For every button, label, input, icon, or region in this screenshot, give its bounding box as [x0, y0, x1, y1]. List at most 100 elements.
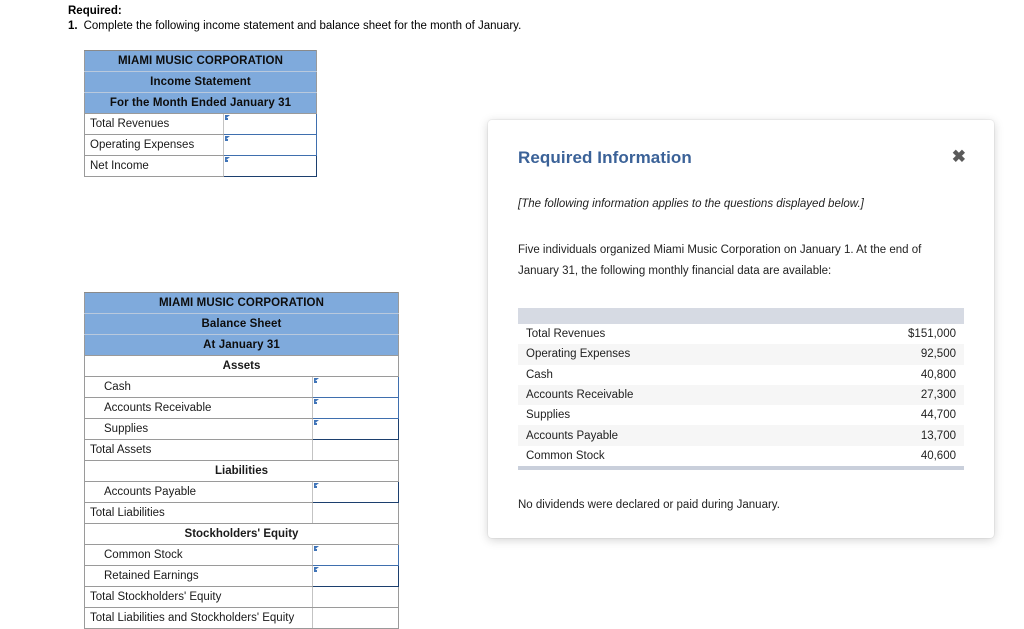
balance-sheet-date: At January 31	[84, 334, 399, 356]
input-cell-accounts-payable[interactable]	[312, 481, 399, 503]
income-statement-table: MIAMI MUSIC CORPORATION Income Statement…	[84, 50, 317, 177]
income-statement-period: For the Month Ended January 31	[84, 92, 317, 114]
input-cell-retained-earnings[interactable]	[312, 565, 399, 587]
total-assets-input[interactable]	[313, 440, 398, 460]
total-stockholders-equity-input[interactable]	[313, 587, 398, 607]
row-label-common-stock: Common Stock	[84, 544, 313, 566]
table-header-row	[518, 308, 964, 324]
table-row: Supplies	[84, 418, 399, 440]
table-row: Retained Earnings	[84, 565, 399, 587]
table-row: Accounts Receivable 27,300	[518, 384, 964, 406]
input-cell-common-stock[interactable]	[312, 544, 399, 566]
table-row: Income Statement	[84, 71, 317, 93]
data-label-cash: Cash	[518, 364, 819, 385]
data-label-accounts-payable: Accounts Payable	[518, 425, 819, 446]
modal-closing-note: No dividends were declared or paid durin…	[518, 499, 780, 512]
table-row: For the Month Ended January 31	[84, 92, 317, 114]
data-amount-common-stock: 40,600	[818, 445, 964, 467]
data-label-accounts-receivable: Accounts Receivable	[518, 384, 819, 406]
data-amount-supplies: 44,700	[818, 405, 964, 426]
table-row: Liabilities	[84, 460, 399, 482]
header-cell-amount	[818, 308, 964, 324]
row-label-cash: Cash	[84, 376, 313, 398]
row-label-operating-expenses: Operating Expenses	[84, 134, 224, 156]
data-label-common-stock: Common Stock	[518, 445, 819, 467]
balance-sheet-table: MIAMI MUSIC CORPORATION Balance Sheet At…	[84, 292, 399, 629]
total-liabilities-and-equity-input[interactable]	[313, 608, 398, 628]
modal-intro-paragraph: Five individuals organized Miami Music C…	[518, 244, 922, 277]
net-income-input[interactable]	[224, 156, 316, 176]
data-amount-accounts-payable: 13,700	[818, 425, 964, 446]
table-row: Supplies 44,700	[518, 405, 964, 426]
table-row: Operating Expenses	[84, 134, 317, 156]
modal-title: Required Information	[518, 148, 692, 167]
total-liabilities-input[interactable]	[313, 503, 398, 523]
table-row: Accounts Payable	[84, 481, 399, 503]
table-row: Total Revenues	[84, 113, 317, 135]
table-row: Assets	[84, 355, 399, 377]
section-header-assets: Assets	[84, 355, 399, 377]
financial-data-table: Total Revenues $151,000 Operating Expens…	[518, 308, 964, 471]
table-row: Cash 40,800	[518, 364, 964, 385]
table-row: Net Income	[84, 155, 317, 177]
footer-divider	[518, 466, 964, 471]
modal-body: [The following information applies to th…	[488, 196, 994, 513]
table-row: Operating Expenses 92,500	[518, 344, 964, 365]
retained-earnings-input[interactable]	[313, 566, 398, 586]
row-label-total-liabilities: Total Liabilities	[84, 502, 313, 524]
required-heading: Required:	[68, 5, 122, 17]
output-cell-total-assets[interactable]	[312, 439, 399, 461]
data-label-total-revenues: Total Revenues	[518, 324, 819, 345]
row-label-supplies: Supplies	[84, 418, 313, 440]
accounts-receivable-input[interactable]	[313, 398, 398, 418]
balance-sheet-statement-name: Balance Sheet	[84, 313, 399, 335]
data-label-operating-expenses: Operating Expenses	[518, 344, 819, 365]
section-header-stockholders-equity: Stockholders' Equity	[84, 523, 399, 545]
operating-expenses-input[interactable]	[224, 135, 316, 155]
table-row: Common Stock 40,600	[518, 445, 964, 467]
modal-header: Required Information ✖	[488, 120, 994, 168]
input-cell-cash[interactable]	[312, 376, 399, 398]
income-statement-statement-name: Income Statement	[84, 71, 317, 93]
header-cell-label	[518, 308, 819, 324]
output-cell-total-stockholders-equity[interactable]	[312, 586, 399, 608]
input-cell-net-income[interactable]	[223, 155, 317, 177]
cash-input[interactable]	[313, 377, 398, 397]
input-cell-supplies[interactable]	[312, 418, 399, 440]
total-revenues-input[interactable]	[224, 114, 316, 134]
table-row: MIAMI MUSIC CORPORATION	[84, 292, 399, 314]
table-row: Total Revenues $151,000	[518, 324, 964, 345]
table-row: At January 31	[84, 334, 399, 356]
modal-italic-note: [The following information applies to th…	[518, 198, 864, 210]
row-label-total-revenues: Total Revenues	[84, 113, 224, 135]
table-row: Accounts Receivable	[84, 397, 399, 419]
table-row: Common Stock	[84, 544, 399, 566]
row-label-total-assets: Total Assets	[84, 439, 313, 461]
balance-sheet-company: MIAMI MUSIC CORPORATION	[84, 292, 399, 314]
required-item-number: 1.	[68, 20, 78, 32]
input-cell-accounts-receivable[interactable]	[312, 397, 399, 419]
output-cell-total-liabilities[interactable]	[312, 502, 399, 524]
row-label-total-stockholders-equity: Total Stockholders' Equity	[84, 586, 313, 608]
table-row: Cash	[84, 376, 399, 398]
required-item-text: Complete the following income statement …	[83, 20, 522, 32]
financial-data-table-foot	[518, 466, 964, 471]
input-cell-total-revenues[interactable]	[223, 113, 317, 135]
section-header-liabilities: Liabilities	[84, 460, 399, 482]
table-footer-row	[518, 466, 964, 471]
supplies-input[interactable]	[313, 419, 398, 439]
required-item: 1. Complete the following income stateme…	[68, 19, 668, 34]
accounts-payable-input[interactable]	[313, 482, 398, 502]
row-label-accounts-payable: Accounts Payable	[84, 481, 313, 503]
row-label-net-income: Net Income	[84, 155, 224, 177]
input-cell-operating-expenses[interactable]	[223, 134, 317, 156]
common-stock-input[interactable]	[313, 545, 398, 565]
financial-data-table-body: Total Revenues $151,000 Operating Expens…	[518, 324, 964, 467]
close-icon[interactable]: ✖	[952, 148, 966, 166]
data-amount-operating-expenses: 92,500	[818, 344, 964, 365]
required-instructions: Required: 1. Complete the following inco…	[68, 4, 668, 34]
income-statement-body: MIAMI MUSIC CORPORATION Income Statement…	[84, 50, 317, 177]
data-amount-cash: 40,800	[818, 364, 964, 385]
table-row: MIAMI MUSIC CORPORATION	[84, 50, 317, 72]
balance-sheet-body: MIAMI MUSIC CORPORATION Balance Sheet At…	[84, 292, 399, 629]
